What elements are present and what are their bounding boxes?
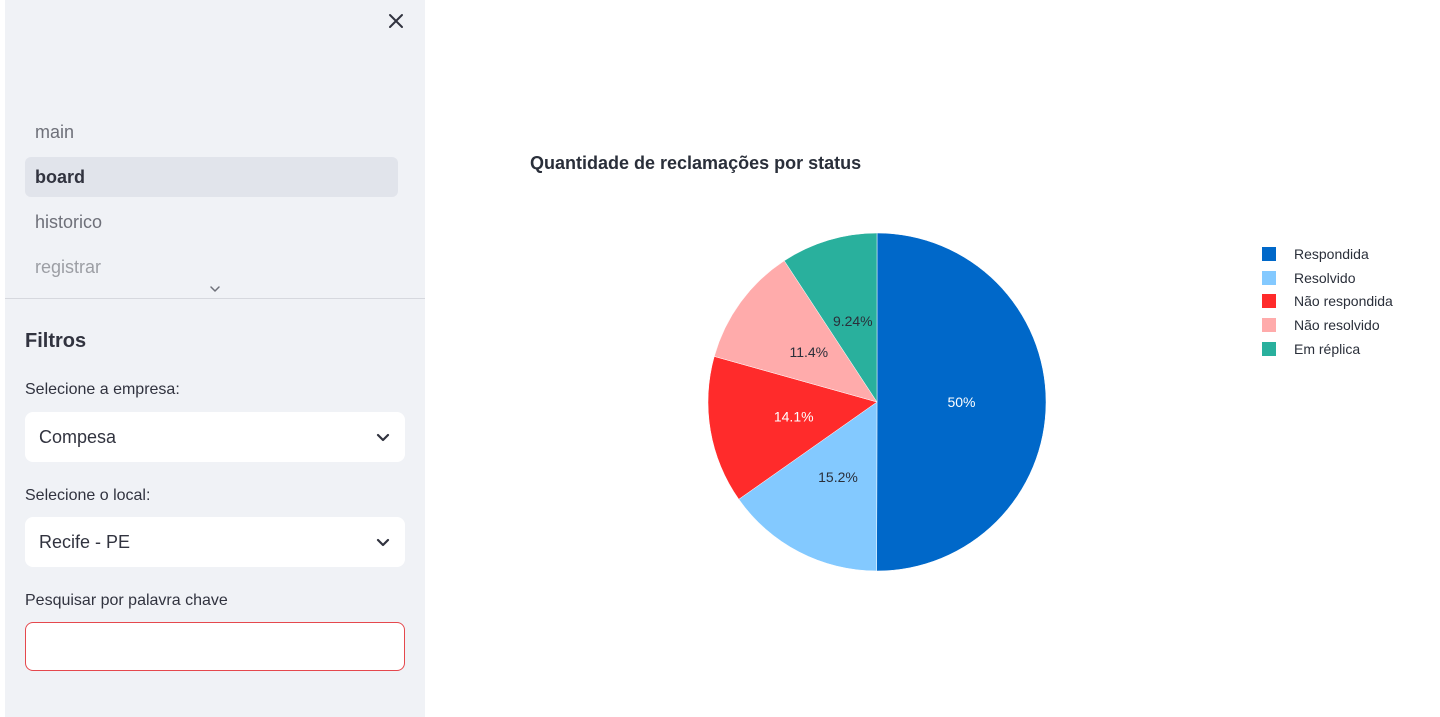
- legend-swatch: [1262, 246, 1276, 261]
- legend-item[interactable]: Resolvido: [1262, 266, 1393, 290]
- nav-item-main[interactable]: main: [25, 112, 398, 152]
- nav-item-label: historico: [35, 211, 103, 232]
- legend-item[interactable]: Respondida: [1262, 242, 1393, 266]
- legend-item[interactable]: Em réplica: [1262, 337, 1393, 361]
- nav-item-board[interactable]: board: [25, 157, 398, 197]
- nav-item-label: main: [35, 121, 75, 142]
- keyword-label: Pesquisar por palavra chave: [25, 592, 228, 609]
- chevron-down-icon: [376, 538, 390, 547]
- legend-swatch: [1262, 294, 1276, 309]
- keyword-search-input[interactable]: [25, 622, 405, 671]
- legend-label: Resolvido: [1294, 269, 1356, 286]
- pie-slice-label: 11.4%: [789, 344, 828, 360]
- legend-label: Não respondida: [1294, 293, 1393, 310]
- pie-chart: 50% 15.2% 14.1% 11.4% 9.24%: [707, 232, 1047, 572]
- pie-slice-label: 14.1%: [774, 408, 814, 424]
- legend-item[interactable]: Não respondida: [1262, 290, 1393, 314]
- company-label: Selecione a empresa:: [25, 381, 180, 398]
- location-label: Selecione o local:: [25, 487, 151, 504]
- pie-slice-label: 9.24%: [833, 313, 873, 329]
- sidebar: main board historico registrar Filtros S…: [5, 0, 425, 717]
- close-icon: [389, 14, 403, 28]
- legend-swatch: [1262, 270, 1276, 285]
- page-navigation: main board historico registrar: [25, 112, 398, 292]
- filters-title: Filtros: [25, 330, 87, 352]
- legend-label: Em réplica: [1294, 340, 1361, 357]
- nav-item-label: registrar: [35, 256, 102, 277]
- legend-swatch: [1262, 318, 1276, 333]
- legend-item[interactable]: Não resolvido: [1262, 313, 1393, 337]
- chevron-down-icon: [376, 433, 390, 442]
- pie-slice-label: 50%: [947, 394, 975, 410]
- nav-divider: [5, 298, 425, 299]
- legend-label: Não resolvido: [1294, 317, 1380, 334]
- company-select-value: Compesa: [39, 426, 117, 447]
- chart-legend: Respondida Resolvido Não respondida Não res…: [1262, 242, 1393, 361]
- nav-item-registrar[interactable]: registrar: [25, 247, 398, 287]
- pie-slice-label: 15.2%: [818, 469, 858, 485]
- chart-title: Quantidade de reclamações por status: [530, 153, 862, 173]
- nav-item-label: board: [35, 166, 86, 187]
- location-select-value: Recife - PE: [39, 531, 131, 552]
- chevron-down-icon: [210, 286, 220, 292]
- nav-item-historico[interactable]: historico: [25, 202, 398, 242]
- close-sidebar-button[interactable]: [383, 8, 409, 34]
- company-select[interactable]: Compesa: [25, 412, 405, 462]
- legend-label: Respondida: [1294, 245, 1369, 262]
- location-select[interactable]: Recife - PE: [25, 517, 405, 567]
- legend-swatch: [1262, 341, 1276, 356]
- expand-nav-button[interactable]: [208, 282, 222, 296]
